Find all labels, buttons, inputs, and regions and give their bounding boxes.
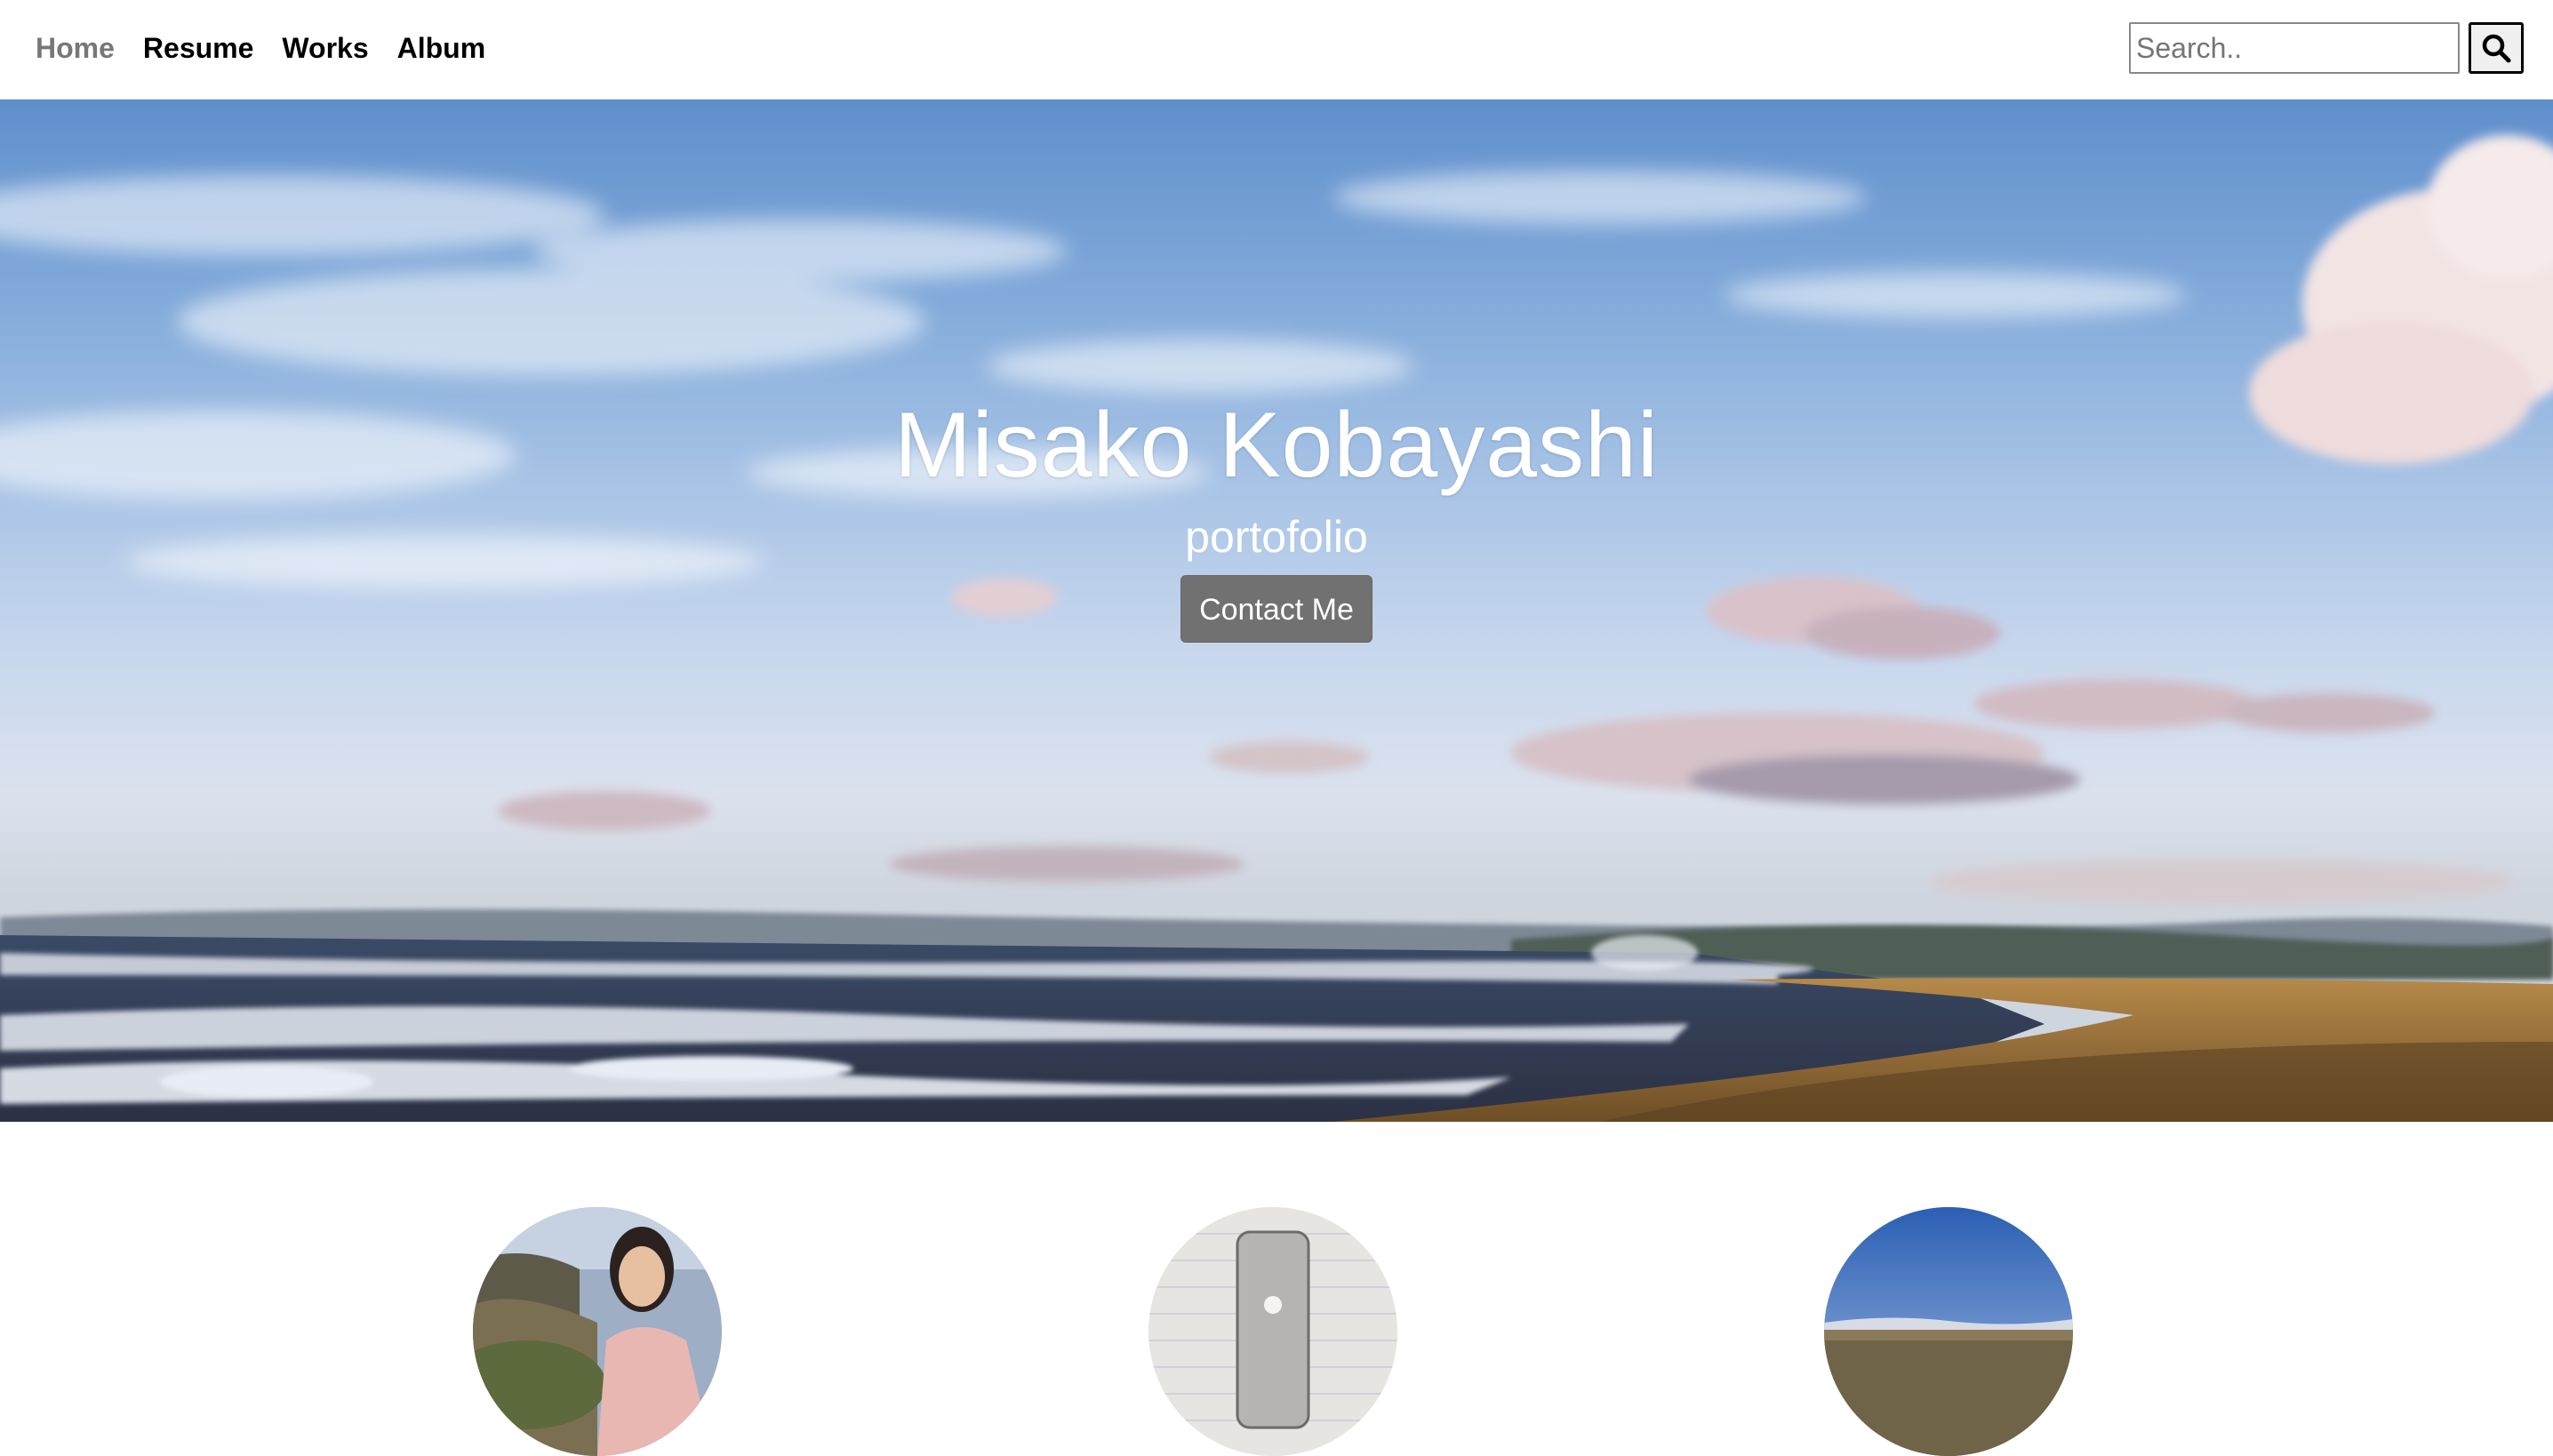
desert-photo: [1824, 1207, 2073, 1456]
hero-subtitle: portofolio: [1185, 512, 1368, 562]
search-input[interactable]: [2129, 22, 2460, 74]
card-image-desert[interactable]: [1824, 1207, 2073, 1456]
nav-link-works[interactable]: Works: [282, 32, 368, 65]
nav-link-home[interactable]: Home: [36, 32, 115, 65]
person-photo: [473, 1207, 722, 1456]
hero-title: Misako Kobayashi: [894, 394, 1659, 497]
nav-link-album[interactable]: Album: [397, 32, 486, 65]
nav-links: Home Resume Works Album: [36, 0, 514, 96]
search-button[interactable]: [2469, 22, 2524, 74]
search-icon: [2482, 34, 2511, 63]
nav-link-resume[interactable]: Resume: [143, 32, 254, 65]
card-image-sketch[interactable]: [1148, 1207, 1397, 1456]
profile-cards: [0, 1122, 2553, 1456]
contact-me-button[interactable]: Contact Me: [1180, 575, 1373, 643]
hero-banner: Misako Kobayashi portofolio Contact Me: [0, 100, 2553, 1122]
search-bar: [2129, 21, 2524, 75]
sketch-photo: [1148, 1207, 1397, 1456]
hero-text: Misako Kobayashi portofolio Contact Me: [0, 393, 2553, 643]
top-navigation: Home Resume Works Album: [0, 0, 2553, 100]
card-image-person[interactable]: [473, 1207, 722, 1456]
